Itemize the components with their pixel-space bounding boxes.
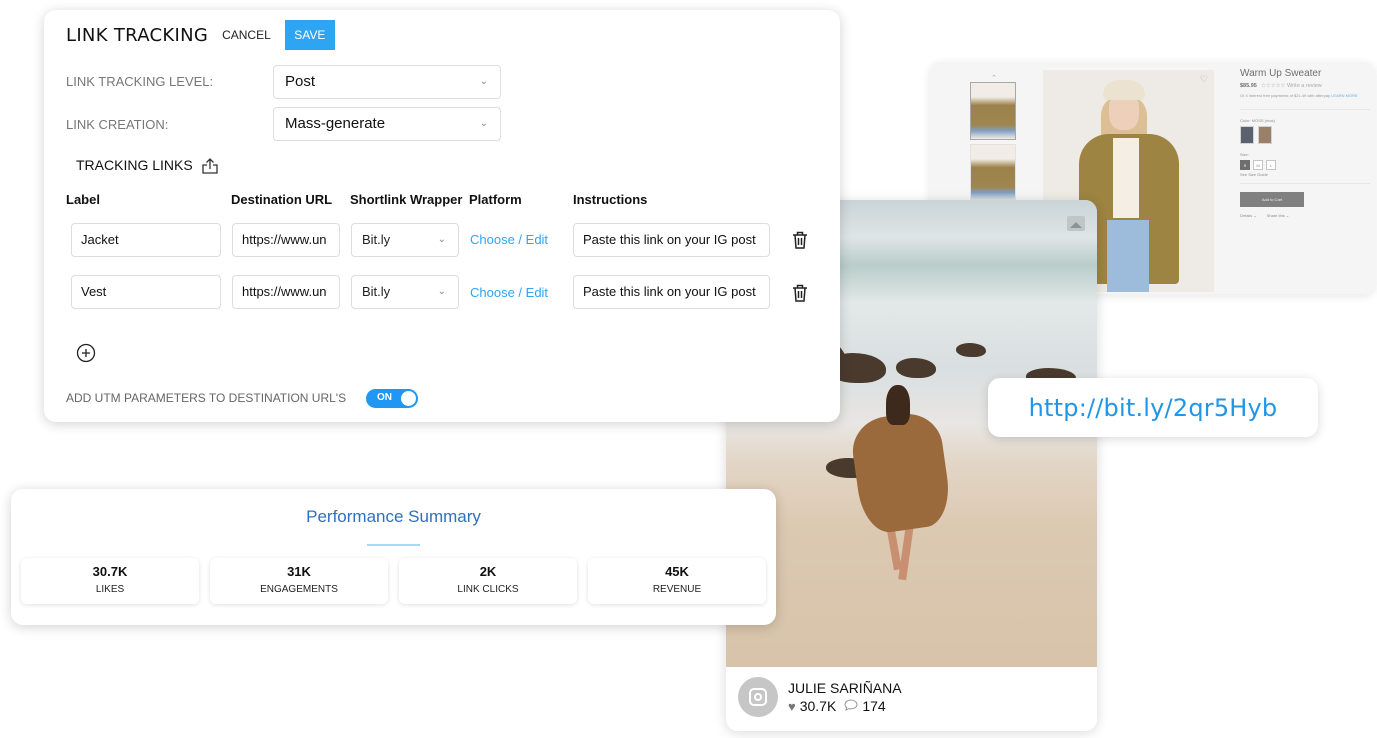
product-thumbnail[interactable] [970, 144, 1016, 202]
tracking-level-select[interactable]: Post ⌄ [273, 65, 501, 99]
utm-label: ADD UTM PARAMETERS TO DESTINATION URL'S [66, 391, 347, 405]
add-to-cart-button[interactable]: Add to Cart [1240, 191, 1304, 207]
size-option[interactable]: M [1253, 159, 1263, 170]
payment-note: Or 4 interest free payments of $21.49 wi… [1240, 93, 1358, 98]
post-author: JULIE SARIÑANA [788, 680, 902, 696]
title-underline [367, 544, 420, 546]
performance-summary-title: Performance Summary [306, 507, 481, 526]
column-header-destination: Destination URL [231, 192, 333, 207]
color-swatch[interactable] [1258, 125, 1272, 144]
review-link[interactable]: ☆☆☆☆☆ Write a review [1261, 83, 1322, 89]
chevron-down-icon: ⌄ [479, 118, 488, 129]
panel-header: LINK TRACKING CANCEL SAVE [66, 20, 335, 50]
tracking-level-label: LINK TRACKING LEVEL: [66, 74, 214, 89]
heart-icon: ♥ [788, 698, 796, 714]
metric-link-clicks: 2K LINK CLICKS [399, 558, 577, 604]
label-input[interactable]: Vest [71, 275, 221, 309]
size-option[interactable]: S [1240, 159, 1250, 170]
panel-title: LINK TRACKING [66, 24, 209, 46]
destination-url-input[interactable]: https://www.un [232, 223, 340, 257]
tracking-links-heading: TRACKING LINKS [76, 157, 218, 174]
size-option[interactable]: L [1266, 159, 1276, 170]
utm-toggle[interactable]: ON [366, 389, 418, 408]
metric-revenue: 45K REVENUE [588, 558, 766, 604]
comments-count: 174 [862, 698, 886, 714]
export-icon[interactable] [201, 157, 218, 174]
destination-url-input[interactable]: https://www.un [232, 275, 340, 309]
color-swatch[interactable] [1240, 125, 1254, 144]
shortlink-wrapper-select[interactable]: Bit.ly ⌄ [351, 223, 459, 257]
product-thumbnail[interactable] [970, 82, 1016, 140]
link-creation-select[interactable]: Mass-generate ⌄ [273, 107, 501, 141]
instagram-icon [738, 677, 778, 717]
post-footer: JULIE SARIÑANA ♥ 30.7K 174 [726, 667, 1097, 731]
likes-count: 30.7K [799, 698, 837, 714]
link-creation-label: LINK CREATION: [66, 117, 169, 132]
comment-icon [844, 698, 858, 714]
image-icon [1067, 216, 1085, 231]
metric-engagements: 31K ENGAGEMENTS [210, 558, 388, 604]
woman-figure [846, 385, 954, 585]
chevron-down-icon: ⌄ [479, 76, 488, 87]
size-guide-link[interactable]: See Size Guide [1240, 172, 1370, 177]
wishlist-heart-icon[interactable]: ♡ [1200, 74, 1208, 85]
label-input[interactable]: Jacket [71, 223, 221, 257]
save-button[interactable]: SAVE [284, 20, 335, 50]
column-header-label: Label [66, 192, 100, 207]
product-info: Warm Up Sweater $85.95 ☆☆☆☆☆ Write a revi… [1240, 68, 1370, 218]
platform-choose-link[interactable]: Choose / Edit [470, 232, 548, 247]
link-tracking-panel: LINK TRACKING CANCEL SAVE LINK TRACKING … [44, 10, 840, 422]
post-stats: ♥ 30.7K 174 [788, 698, 886, 714]
column-header-platform: Platform [469, 192, 522, 207]
cancel-button[interactable]: CANCEL [222, 28, 271, 42]
shortlink-url[interactable]: http://bit.ly/2qr5Hyb [1029, 394, 1278, 422]
size-label: Size: [1240, 151, 1249, 157]
platform-choose-link[interactable]: Choose / Edit [470, 285, 548, 300]
details-toggle[interactable]: Details ⌄ [1240, 213, 1257, 218]
product-thumbnails: ⌃ [970, 74, 1018, 206]
share-toggle[interactable]: Share this ⌄ [1267, 213, 1289, 218]
product-price: $85.95 ☆☆☆☆☆ Write a review [1240, 83, 1322, 89]
column-header-shortlink: Shortlink Wrapper [350, 192, 463, 207]
instructions-input[interactable]: Paste this link on your IG post [573, 275, 770, 309]
chevron-up-icon[interactable]: ⌃ [970, 74, 1018, 82]
instructions-input[interactable]: Paste this link on your IG post [573, 223, 770, 257]
metric-likes: 30.7K LIKES [21, 558, 199, 604]
chevron-down-icon: ⌄ [437, 286, 446, 297]
trash-icon[interactable] [792, 284, 808, 302]
column-header-instructions: Instructions [573, 192, 648, 207]
shortlink-pill: http://bit.ly/2qr5Hyb [988, 378, 1318, 437]
color-label: Color: MOSS (mos) [1240, 117, 1275, 123]
add-row-icon[interactable] [76, 343, 96, 363]
learn-more-link[interactable]: LEARN MORE [1331, 93, 1357, 98]
shortlink-wrapper-select[interactable]: Bit.ly ⌄ [351, 275, 459, 309]
chevron-down-icon: ⌄ [437, 234, 446, 245]
product-title: Warm Up Sweater [1240, 68, 1322, 79]
performance-summary-card: Performance Summary 30.7K LIKES 31K ENGA… [11, 489, 776, 625]
trash-icon[interactable] [792, 231, 808, 249]
